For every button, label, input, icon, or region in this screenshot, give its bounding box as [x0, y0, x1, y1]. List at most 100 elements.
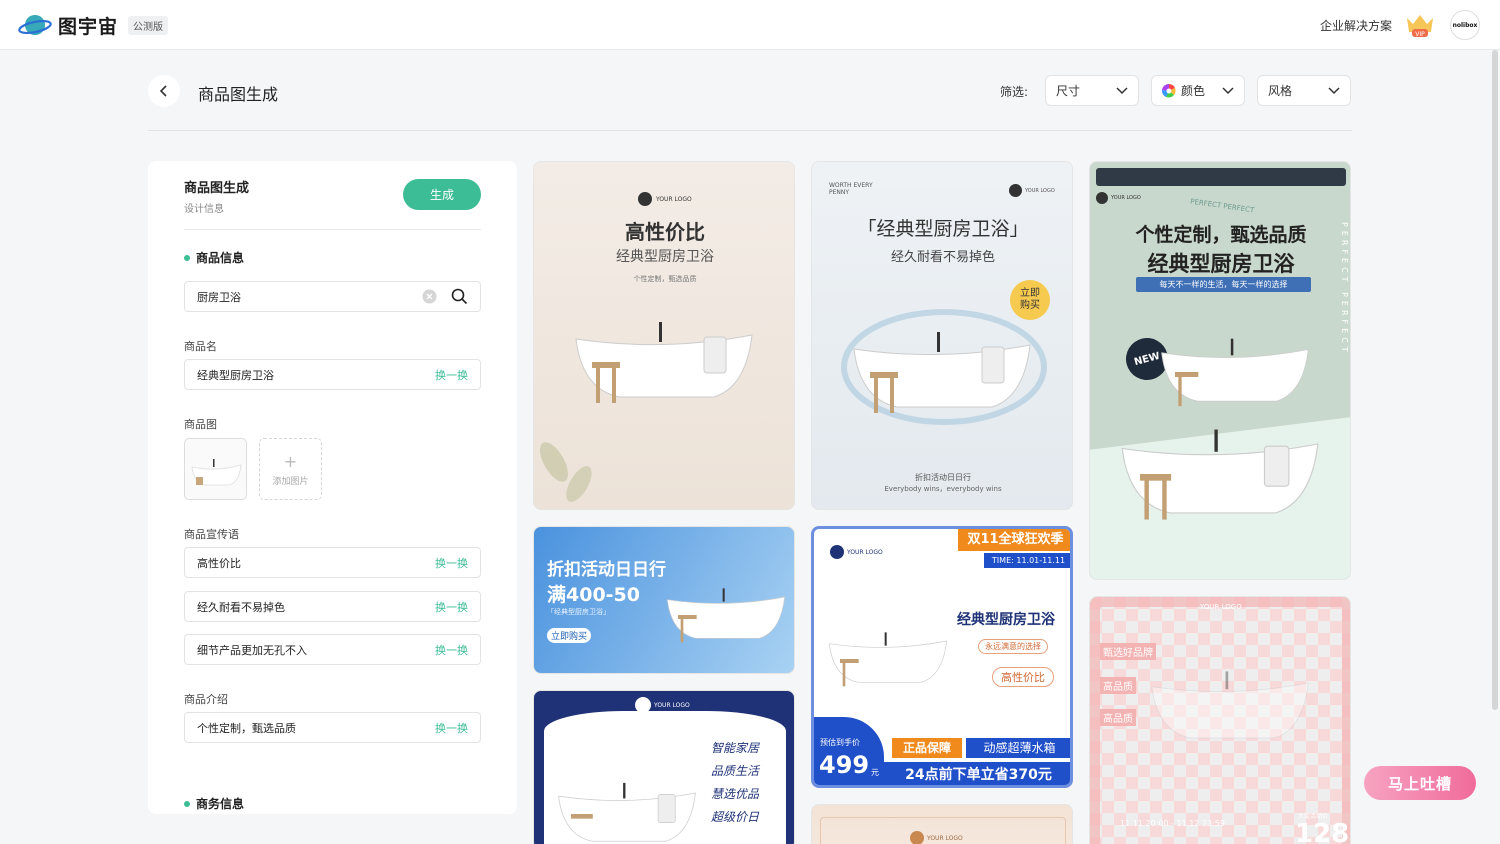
swap-button[interactable]: 换一换	[435, 642, 468, 658]
bathtub-image	[1161, 338, 1309, 407]
design-info-panel: 商品图生成 设计信息 生成 商品信息 厨房卫浴 商品名 经典型厨房卫浴 换一换 …	[148, 161, 517, 814]
style-filter-select[interactable]: 风格	[1257, 75, 1351, 106]
product-info-heading: 商品信息	[184, 249, 244, 266]
result-card[interactable]: WORTH EVERY PENNY YOUR LOGO 「经典型厨房卫浴」 经久…	[811, 161, 1073, 510]
page-scrollbar[interactable]	[1492, 50, 1498, 710]
vip-crown-icon[interactable]: VIP	[1405, 12, 1435, 38]
card-pill: 永远满意的选择	[978, 639, 1048, 654]
card-top-text: WORTH EVERY PENNY	[829, 182, 873, 196]
card-side-text: PERFECT PERFECT	[1340, 222, 1349, 356]
add-image-label: 添加图片	[272, 476, 309, 487]
beta-badge: 公测版	[128, 16, 168, 35]
avatar[interactable]: nolibox	[1450, 10, 1480, 40]
product-image-thumbnail[interactable]	[184, 438, 247, 500]
result-card[interactable]: YOUR LOGO	[811, 804, 1073, 844]
card-label: 高品质	[1100, 677, 1136, 694]
plus-icon: +	[283, 451, 298, 471]
logo-text: YOUR LOGO	[847, 548, 883, 556]
logo-text: YOUR LOGO	[1200, 603, 1242, 611]
price-label: 预估到手价	[820, 738, 860, 747]
result-card[interactable]: YOUR LOGO PERFECT PERFECT 个性定制，甄选品质 经典型厨…	[1089, 161, 1351, 580]
leaf-decoration	[540, 442, 592, 502]
planet-logo-icon[interactable]	[18, 11, 52, 39]
event-date: 11.11 20:00 - 11.12 23:59	[1120, 819, 1225, 828]
swap-button[interactable]: 换一换	[435, 555, 468, 571]
slogan-label: 商品宣传语	[184, 528, 239, 541]
card-bottom-subtext: Everybody wins，everybody wins	[884, 485, 1002, 493]
slogan-value: 经久耐看不易掉色	[197, 600, 285, 614]
slogan-field[interactable]: 经久耐看不易掉色 换一换	[184, 591, 481, 622]
brand-logo: YOUR LOGO	[635, 697, 690, 713]
panel-title: 商品图生成	[184, 181, 250, 196]
chevron-down-icon	[1222, 86, 1234, 94]
chevron-down-icon	[1116, 86, 1128, 94]
genuine-tag: 正品保障	[892, 738, 962, 758]
feedback-button[interactable]: 马上吐槽	[1364, 766, 1476, 800]
section-dot	[184, 254, 190, 261]
double11-corner-banner: 双11全球狂欢季	[958, 529, 1070, 551]
card-small-text: 个性定制，甄选品质	[633, 275, 697, 283]
result-card[interactable]: YOUR LOGO 智能家居 品质生活 慧选优品 超级价日	[533, 690, 795, 844]
logo-text: YOUR LOGO	[927, 834, 963, 842]
result-card[interactable]: 双11全球狂欢季 TIME: 11.01-11.11 YOUR LOGO 经典型…	[811, 526, 1073, 788]
brand-logo: YOUR LOGO	[910, 831, 963, 844]
card-subtitle: 经久耐看不易掉色	[890, 250, 995, 265]
card-line: 品质生活	[711, 764, 760, 778]
swap-button[interactable]: 换一换	[435, 367, 468, 383]
vip-label: VIP	[1415, 31, 1425, 38]
product-name-value: 经典型厨房卫浴	[197, 368, 274, 382]
result-card[interactable]: 折扣活动日日行 满400-50 「经典型厨房卫浴」 立即购买	[533, 526, 795, 674]
promo-bottom-text: 24点前下单立省370元	[884, 762, 1070, 785]
product-name-field[interactable]: 经典型厨房卫浴 换一换	[184, 359, 481, 390]
section-dot	[184, 800, 190, 807]
enterprise-solutions-link[interactable]: 企业解决方案	[1320, 17, 1392, 34]
bathtub-image	[828, 632, 948, 687]
card-line: 超级价日	[711, 810, 760, 824]
buy-now-button: 立即购买	[547, 628, 592, 643]
slogan-field[interactable]: 高性价比 换一换	[184, 547, 481, 578]
add-image-button[interactable]: + 添加图片	[259, 438, 322, 500]
bathtub-image	[666, 588, 786, 643]
generate-button[interactable]: 生成	[403, 179, 481, 210]
color-filter-label: 颜色	[1181, 84, 1206, 98]
result-card[interactable]: YOUR LOGO 高性价比 经典型厨房卫浴 个性定制，甄选品质	[533, 161, 795, 510]
result-card[interactable]: YOUR LOGO 甄选好品牌 高品质 高品质 11.11 20:00 - 11…	[1089, 596, 1351, 844]
card-pill: 高性价比	[992, 667, 1054, 687]
logo-text: YOUR LOGO	[1111, 195, 1141, 201]
bathtub-image	[558, 782, 696, 842]
card-line: 慧选优品	[711, 787, 760, 801]
card-headline: 折扣活动日日行	[547, 560, 666, 580]
back-button[interactable]	[148, 75, 180, 107]
clear-icon[interactable]	[422, 289, 437, 304]
business-info-label: 商务信息	[196, 797, 245, 811]
card-label: 高品质	[1100, 709, 1136, 726]
swap-button[interactable]: 换一换	[435, 720, 468, 736]
bathtub-image	[575, 322, 753, 403]
product-search-input[interactable]: 厨房卫浴	[184, 281, 481, 312]
price-value: 128	[1295, 819, 1350, 844]
card-headline-2: 经典型厨房卫浴	[1147, 252, 1295, 276]
slogan-value: 高性价比	[197, 556, 241, 570]
card-headline: 个性定制，甄选品质	[1135, 224, 1307, 246]
size-filter-select[interactable]: 尺寸	[1045, 75, 1139, 106]
brand-logo: YOUR LOGO	[1009, 184, 1055, 197]
card-small-text: 「经典型厨房卫浴」	[547, 608, 610, 616]
logo-text: YOUR LOGO	[656, 195, 692, 203]
slogan-field[interactable]: 细节产品更加无孔不入 换一换	[184, 634, 481, 665]
card-band: 每天不一样的生活，每天一样的选择	[1136, 277, 1311, 292]
card-headline-2: 满400-50	[547, 584, 640, 606]
swap-button[interactable]: 换一换	[435, 599, 468, 615]
color-filter-select[interactable]: 颜色	[1151, 75, 1245, 106]
chevron-left-icon	[159, 85, 167, 97]
brand-name[interactable]: 图宇宙	[58, 12, 118, 39]
search-icon[interactable]	[451, 288, 468, 305]
card-bottom-text: 折扣活动日日行	[915, 473, 971, 482]
header-divider	[148, 130, 1352, 131]
bathtub-image	[1151, 671, 1309, 739]
logo-text: YOUR LOGO	[1025, 187, 1055, 194]
price-unit: 元	[871, 768, 879, 777]
product-name-label: 商品名	[184, 340, 217, 353]
product-intro-field[interactable]: 个性定制，甄选品质 换一换	[184, 712, 481, 743]
panel-divider	[184, 229, 481, 230]
card-headline: 经典型厨房卫浴	[957, 612, 1055, 628]
